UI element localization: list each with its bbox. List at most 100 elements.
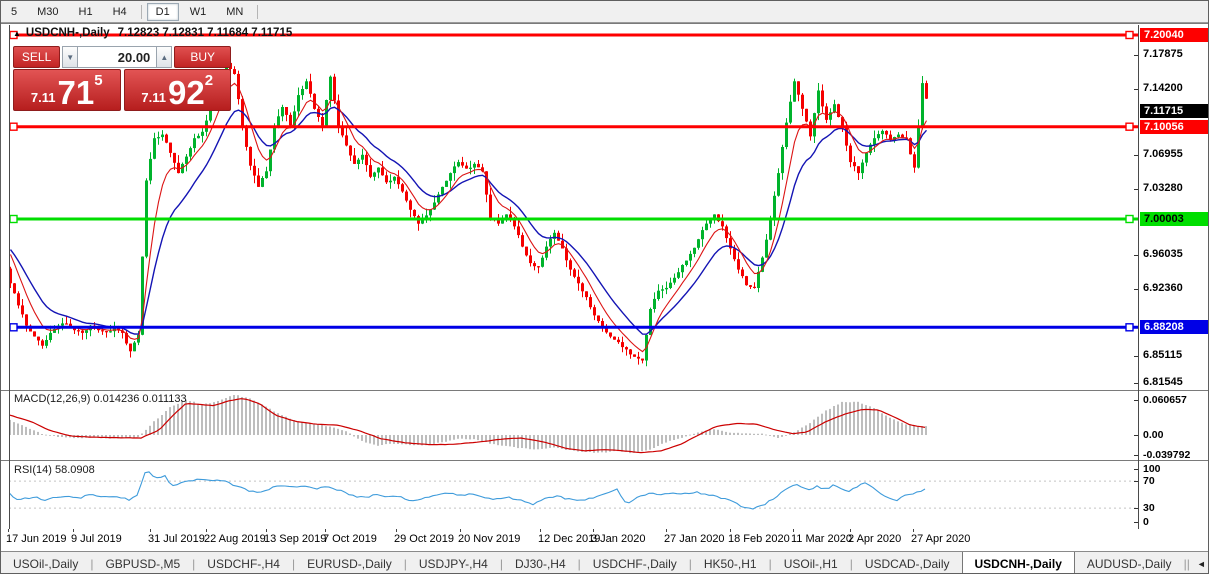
volume-input[interactable] (78, 46, 157, 68)
timeframe-button-h4[interactable]: H4 (104, 3, 136, 21)
candle-body (393, 176, 396, 181)
date-tick-mark (73, 529, 74, 532)
candle-body (541, 257, 544, 267)
price-tick-label: 7.03280 (1143, 182, 1183, 194)
chart-tab-audusd-daily[interactable]: AUDUSD-,Daily (1075, 552, 1184, 573)
candle-body (257, 175, 260, 187)
macd-histogram-bar (629, 435, 631, 454)
date-label: 9 Jul 2019 (71, 533, 122, 545)
candle-body (661, 289, 664, 291)
chart-tab-usoil-h1[interactable]: USOil-,H1 (772, 552, 850, 573)
candle-body (569, 260, 572, 270)
level-line-handle[interactable] (9, 214, 18, 224)
chart-tab-dj30-h4[interactable]: DJ30-,H4 (503, 552, 578, 573)
timeframe-button-m30[interactable]: M30 (28, 3, 67, 21)
candle-body (681, 265, 684, 273)
macd-histogram-bar (741, 433, 743, 435)
candle-body (693, 247, 696, 254)
level-line-handle[interactable] (1125, 122, 1134, 131)
tab-scroll-left-icon[interactable]: ◄ (1190, 559, 1208, 569)
level-line-handle[interactable] (1125, 323, 1134, 332)
chart-tab-usdjpy-h4[interactable]: USDJPY-,H4 (407, 552, 500, 573)
macd-histogram-bar (837, 404, 839, 435)
candle-body (921, 83, 924, 127)
candle-body (161, 134, 164, 138)
candle-body (445, 180, 448, 187)
macd-histogram-bar (513, 435, 515, 447)
macd-histogram-bar (581, 435, 583, 452)
candle-body (505, 214, 508, 218)
chart-tab-usdchf-h4[interactable]: USDCHF-,H4 (195, 552, 292, 573)
sell-price-main: 71 (57, 73, 95, 111)
rsi-pane-separator[interactable] (1, 460, 1208, 461)
time-axis[interactable]: 17 Jun 2019 9 Jul 2019 31 Jul 2019 22 Aug 2… (1, 529, 1208, 551)
candle-body (817, 90, 820, 114)
rsi-pane[interactable] (9, 462, 1138, 528)
timeframe-toolbar: 5 M30 H1 H4 D1 W1 MN (1, 1, 1208, 23)
macd-histogram-bar (881, 413, 883, 435)
chart-tab-usdcnh-daily[interactable]: USDCNH-,Daily (961, 552, 1075, 573)
candle-body (721, 221, 724, 227)
candle-body (177, 162, 180, 174)
level-line-handle[interactable] (9, 122, 18, 131)
macd-histogram-bar (169, 407, 171, 435)
level-line-handle[interactable] (1125, 214, 1134, 224)
macd-pane-separator[interactable] (1, 390, 1208, 391)
macd-histogram-bar (305, 422, 307, 435)
sell-button[interactable]: SELL (13, 46, 61, 68)
macd-signal-line (9, 398, 926, 454)
price-tick-mark (1134, 289, 1138, 290)
chart-tab-hk50-h1[interactable]: HK50-,H1 (692, 552, 769, 573)
sell-price-box[interactable]: 7.11 71 5 (13, 69, 121, 111)
macd-histogram-bar (221, 399, 223, 435)
level-line-handle[interactable] (1125, 30, 1134, 40)
rsi-canvas[interactable] (9, 462, 1138, 528)
level-line-handle[interactable] (9, 323, 18, 332)
candle-body (581, 283, 584, 292)
macd-histogram-bar (381, 435, 383, 445)
timeframe-button-5[interactable]: 5 (2, 3, 26, 21)
timeframe-button-d1[interactable]: D1 (146, 2, 179, 21)
chart-tab-usdcad-daily[interactable]: USDCAD-,Daily (853, 552, 962, 573)
macd-histogram-bar (333, 427, 335, 435)
macd-histogram-bar (45, 434, 47, 436)
macd-histogram-bar (137, 435, 139, 437)
volume-increase-button[interactable]: ▲ (156, 46, 173, 68)
buy-price-box[interactable]: 7.11 92 2 (123, 69, 231, 111)
candle-body (261, 178, 264, 187)
chart-tab-gbpusd-m5[interactable]: GBPUSD-,M5 (93, 552, 192, 573)
candle-body (521, 235, 524, 247)
macd-histogram-bar (789, 433, 791, 435)
rsi-axis-label: 30 (1143, 502, 1155, 514)
chart-tab-eurusd-daily[interactable]: EURUSD-,Daily (295, 552, 404, 573)
macd-histogram-bar (857, 401, 859, 435)
date-tick-mark (266, 529, 267, 532)
date-tick-mark (850, 529, 851, 532)
macd-histogram-bar (337, 428, 339, 435)
macd-histogram-bar (217, 401, 219, 435)
date-tick-mark (730, 529, 731, 532)
volume-decrease-button[interactable]: ▼ (62, 46, 79, 68)
macd-histogram-bar (753, 433, 755, 435)
candle-body (25, 314, 28, 326)
timeframe-button-mn[interactable]: MN (217, 3, 252, 21)
price-tick-mark (1134, 255, 1138, 256)
chart-expand-icon[interactable]: ▲ (13, 29, 21, 38)
candle-body (757, 271, 760, 288)
macd-histogram-bar (237, 395, 239, 435)
timeframe-button-w1[interactable]: W1 (181, 3, 216, 21)
chart-tab-usoil-daily[interactable]: USOil-,Daily (1, 552, 90, 573)
timeframe-button-h1[interactable]: H1 (70, 3, 102, 21)
candle-body (461, 162, 464, 166)
buy-button[interactable]: BUY (174, 46, 232, 68)
macd-histogram-bar (205, 403, 207, 435)
chart-tab-usdchf-daily[interactable]: USDCHF-,Daily (581, 552, 689, 573)
macd-histogram-bar (201, 404, 203, 435)
candle-body (857, 166, 860, 174)
candle-body (405, 191, 408, 201)
macd-histogram-bar (769, 435, 771, 436)
macd-histogram-bar (461, 435, 463, 439)
macd-histogram-bar (505, 435, 507, 446)
macd-histogram-bar (673, 435, 675, 440)
price-axis-border (1138, 25, 1139, 529)
